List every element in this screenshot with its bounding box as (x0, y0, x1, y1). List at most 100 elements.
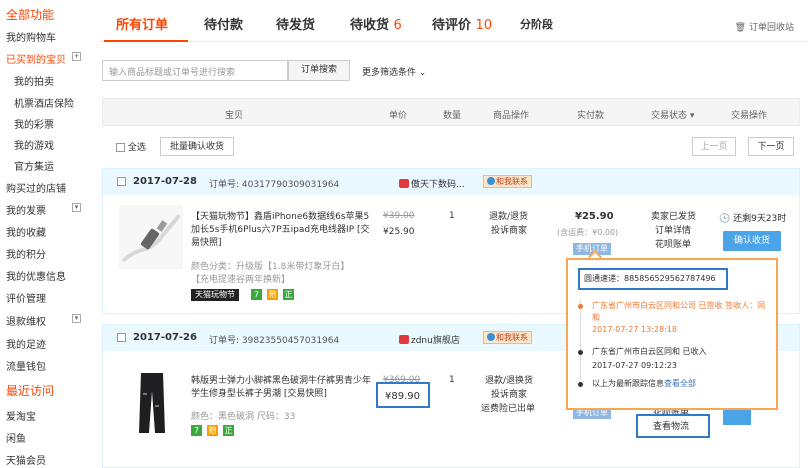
tab-pending-payment[interactable]: 待付款 (204, 14, 243, 33)
tab-pending-receipt[interactable]: 待收货 6 (350, 14, 402, 33)
search-button[interactable]: 订单搜索 (288, 60, 350, 81)
product-attr: 颜色：黑色破洞 尺码：33 (191, 412, 296, 422)
tracking-event-text: 广东省广州市白云区同和 已收入 (592, 347, 707, 356)
view-all-tracking-link[interactable]: 查看全部 (664, 379, 696, 388)
genuine-icon: 正 (283, 289, 294, 300)
sidebar-item-reviews[interactable]: 评价管理 (6, 290, 46, 305)
unit-price: ¥25.90 (383, 227, 415, 237)
logistics-highlight-box (636, 414, 710, 438)
sidebar-item-points[interactable]: 我的积分 (6, 246, 46, 261)
col-item: 宝贝 (225, 111, 244, 121)
select-all-checkbox[interactable] (116, 143, 125, 152)
product-title[interactable]: 韩版男士弹力小脚裤黑色破洞牛仔裤男青少年学生修身型长裤子男潮 [交易快照] (191, 375, 377, 401)
col-quantity: 数量 (443, 111, 462, 121)
contact-seller-button[interactable]: 和我联系 (483, 331, 532, 344)
order-date: 2017-07-28 (133, 176, 197, 187)
expand-icon[interactable]: ▾ (72, 314, 81, 323)
sidebar-item-cart[interactable]: 我的购物车 (6, 29, 56, 44)
product-title[interactable]: 【天猫玩物节】鑫盾iPhone6数据线6s苹果5加长5s手机6Plus六7P五i… (191, 211, 377, 250)
col-item-ops: 商品操作 (493, 111, 530, 121)
dropdown-icon: ▾ (689, 111, 695, 121)
sidebar-recent-aitaobao[interactable]: 爱淘宝 (6, 408, 36, 423)
batch-confirm-button[interactable]: 批量确认收货 (160, 137, 234, 156)
sidebar-item-data-wallet[interactable]: 流量钱包 (6, 358, 46, 373)
complain-link[interactable]: 投诉商家 (491, 225, 527, 238)
tracking-event-text: 广东省广州市白云区同和公司 已签收 签收人：同和 (592, 301, 766, 322)
next-page-button[interactable]: 下一页 (748, 137, 794, 156)
sidebar-item-footprint[interactable]: 我的足迹 (6, 336, 46, 351)
more-filters-link[interactable]: 更多筛选条件 ⌄ (362, 65, 426, 78)
sidebar-item-refunds[interactable]: 退款维权 (6, 313, 46, 328)
huabei-bill-link[interactable]: 花呗账单 (655, 239, 691, 252)
sidebar: 全部功能 我的购物车 已买到的宝贝 + 我的拍卖 机票酒店保险 我的彩票 我的游… (0, 0, 88, 468)
prev-page-button[interactable]: 上一页 (692, 137, 736, 156)
order-checkbox[interactable] (117, 177, 126, 186)
cable-image (121, 214, 181, 263)
expand-icon[interactable]: ▾ (72, 203, 81, 212)
tab-all-orders[interactable]: 所有订单 (116, 14, 168, 33)
sidebar-item-consolidation[interactable]: 官方集运 (14, 158, 54, 173)
timeline-dot (578, 304, 583, 309)
guarantee-icon: 赔 (267, 289, 278, 300)
sidebar-item-coupons[interactable]: 我的优惠信息 (6, 268, 66, 283)
sidebar-item-lottery[interactable]: 我的彩票 (14, 116, 54, 131)
jeans-image (139, 373, 165, 433)
sidebar-item-favorites[interactable]: 我的收藏 (6, 224, 46, 239)
order-number: 订单号: 39823550457031964 (209, 336, 340, 346)
timeline-line (580, 300, 581, 380)
sidebar-title-all: 全部功能 (6, 8, 55, 22)
tab-pending-review[interactable]: 待评价 10 (432, 14, 492, 33)
product-attr-extra: 【充电提速谷两年换新】 (191, 275, 291, 285)
order-header: 2017-07-28 订单号: 40317790309031964 傲天下数码.… (103, 169, 799, 195)
tab-installment[interactable]: 分阶段 (520, 16, 553, 32)
status-shipped: 卖家已发货 (651, 212, 697, 222)
paid-amount: ¥25.90 (575, 211, 614, 222)
contact-seller-button[interactable]: 和我联系 (483, 175, 532, 188)
sidebar-recent-title: 最近访问 (6, 384, 55, 398)
genuine-icon: 正 (223, 425, 234, 436)
order-date: 2017-07-26 (133, 332, 197, 343)
recycle-bin-link[interactable]: 🗑 订单回收站 (735, 20, 794, 33)
active-tab-underline (104, 40, 188, 42)
shop-link[interactable]: zdnu旗舰店 (399, 333, 460, 346)
bulk-actions: 全选 批量确认收货 上一页 下一页 (102, 136, 800, 158)
shipping-insurance-label: 运费险已出单 (481, 404, 536, 414)
chat-icon (487, 177, 495, 185)
tracking-event-time: 2017-07-27 09:12:23 (592, 361, 677, 370)
chevron-down-icon: ⌄ (418, 68, 427, 78)
original-price: ¥39.00 (383, 211, 415, 221)
sidebar-item-travel[interactable]: 机票酒店保险 (14, 95, 74, 110)
tracking-number: 圆通速递：885856529562787496 (578, 268, 728, 290)
complain-link[interactable]: 投诉商家 (491, 389, 527, 402)
order-number: 订单号: 40317790309031964 (209, 180, 340, 190)
expand-icon[interactable]: + (72, 52, 81, 61)
product-thumbnail[interactable] (119, 205, 183, 269)
sidebar-item-shops[interactable]: 购买过的店铺 (6, 180, 66, 195)
tab-pending-shipment[interactable]: 待发货 (276, 14, 315, 33)
col-actions: 交易操作 (731, 111, 768, 121)
order-checkbox[interactable] (117, 333, 126, 342)
sidebar-item-auction[interactable]: 我的拍卖 (14, 73, 54, 88)
product-thumbnail[interactable] (119, 371, 183, 435)
clock-icon: 🕓 (719, 214, 731, 224)
col-paid: 实付款 (577, 111, 605, 121)
refund-link[interactable]: 退款/退货 (489, 211, 528, 224)
sidebar-recent-tmall-member[interactable]: 天猫会员 (6, 452, 46, 467)
order-details-link[interactable]: 订单详情 (655, 225, 691, 238)
sidebar-item-games[interactable]: 我的游戏 (14, 137, 54, 152)
col-status[interactable]: 交易状态 ▾ (651, 108, 694, 121)
sidebar-recent-xianyu[interactable]: 闲鱼 (6, 430, 26, 445)
timeline-dot (578, 382, 583, 387)
sidebar-item-invoice[interactable]: 我的发票 (6, 202, 46, 217)
refund-link[interactable]: 退款/退换货 (485, 375, 533, 388)
seven-day-return-icon: 7 (191, 425, 202, 436)
shop-link[interactable]: 傲天下数码... (399, 177, 465, 190)
order-tabs: 所有订单 待付款 待发货 待收货 6 待评价 10 分阶段 🗑 订单回收站 (100, 0, 808, 42)
confirm-receipt-button[interactable]: 确认收货 (723, 231, 781, 251)
search-input[interactable]: 输入商品标题或订单号进行搜索 (102, 60, 288, 81)
sidebar-item-bought[interactable]: 已买到的宝贝 (6, 51, 66, 66)
select-all[interactable]: 全选 (116, 140, 146, 153)
trash-icon: 🗑 (734, 23, 747, 33)
tracking-more: 以上为最新跟踪信息查看全部 (592, 379, 696, 388)
price-highlight-box (376, 382, 430, 408)
